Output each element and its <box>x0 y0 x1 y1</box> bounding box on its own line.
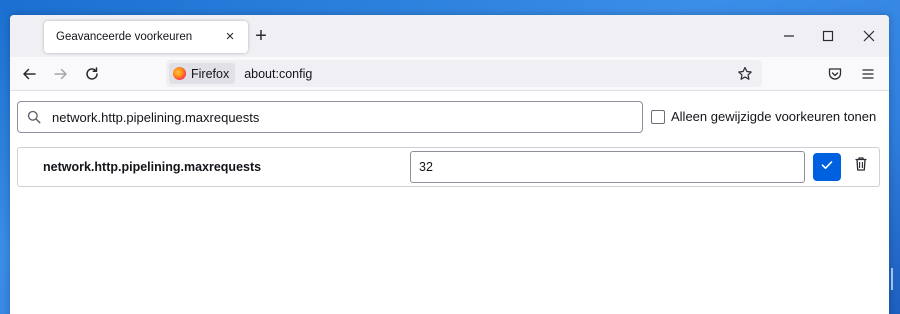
desktop-edge <box>891 268 893 290</box>
search-value: network.http.pipelining.maxrequests <box>52 109 260 125</box>
star-icon[interactable] <box>736 65 754 83</box>
save-button[interactable] <box>813 153 841 181</box>
delete-button[interactable] <box>851 155 871 177</box>
identity-box[interactable]: Firefox <box>169 63 236 84</box>
preference-row: network.http.pipelining.maxrequests 32 <box>17 147 880 187</box>
minimize-icon[interactable] <box>777 24 801 48</box>
browser-window: Geavanceerde voorkeuren × + Firefox abou… <box>10 15 889 314</box>
maximize-icon[interactable] <box>816 24 840 48</box>
url-text[interactable]: about:config <box>244 67 736 81</box>
preference-name: network.http.pipelining.maxrequests <box>43 160 262 174</box>
hamburger-menu-icon[interactable] <box>857 63 879 85</box>
preference-value-input[interactable]: 32 <box>410 151 805 183</box>
identity-label: Firefox <box>191 66 230 81</box>
checkmark-icon <box>820 158 834 177</box>
trash-icon <box>854 156 868 177</box>
modified-only-checkbox[interactable] <box>651 109 665 124</box>
search-icon <box>26 109 42 125</box>
about-config-page: network.http.pipelining.maxrequests Alle… <box>10 92 889 314</box>
tab-advanced-preferences[interactable]: Geavanceerde voorkeuren × <box>44 21 248 53</box>
back-arrow-icon[interactable] <box>18 63 40 85</box>
url-bar[interactable]: Firefox about:config <box>166 60 762 87</box>
pocket-icon[interactable] <box>824 63 846 85</box>
forward-arrow-icon[interactable] <box>50 63 72 85</box>
search-input[interactable]: network.http.pipelining.maxrequests <box>17 101 643 133</box>
modified-only-filter[interactable]: Alleen gewijzigde voorkeuren tonen <box>651 109 876 124</box>
close-window-icon[interactable] <box>857 24 881 48</box>
navigation-bar: Firefox about:config <box>10 57 889 91</box>
tab-title: Geavanceerde voorkeuren <box>56 31 193 43</box>
tab-bar: Geavanceerde voorkeuren × + <box>10 15 889 57</box>
close-tab-icon[interactable]: × <box>222 29 238 45</box>
new-tab-button[interactable]: + <box>250 26 272 48</box>
firefox-logo-icon <box>173 67 186 80</box>
reload-icon[interactable] <box>81 63 103 85</box>
modified-only-label[interactable]: Alleen gewijzigde voorkeuren tonen <box>671 109 876 124</box>
